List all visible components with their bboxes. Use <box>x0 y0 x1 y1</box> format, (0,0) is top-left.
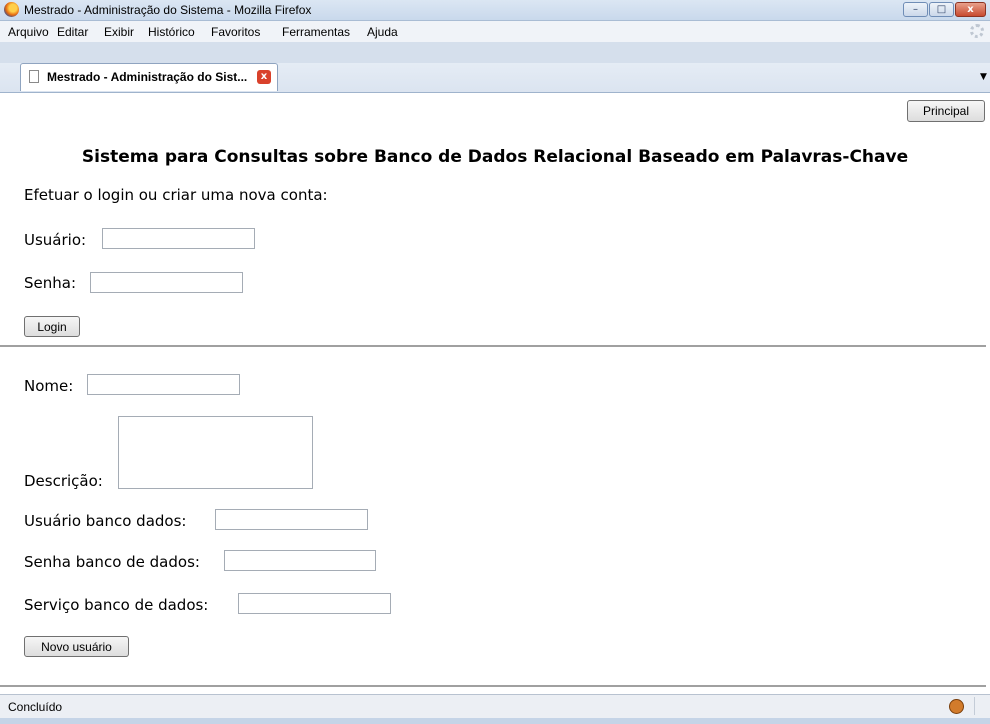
tab-list-arrow-icon[interactable]: ▼ <box>980 72 987 82</box>
senha-bd-input[interactable] <box>224 550 376 571</box>
usuario-input[interactable] <box>102 228 255 249</box>
nome-input[interactable] <box>87 374 240 395</box>
servico-bd-input[interactable] <box>238 593 391 614</box>
menu-bar: Arquivo Editar Exibir Histórico Favorito… <box>0 21 990 42</box>
document-icon <box>29 70 39 83</box>
senha-bd-label: Senha banco de dados: <box>24 553 200 571</box>
login-prompt: Efetuar o login ou criar uma nova conta: <box>24 186 328 204</box>
tab-label: Mestrado - Administração do Sist... <box>47 70 248 84</box>
descricao-textarea[interactable] <box>118 416 313 489</box>
close-tab-icon[interactable]: x <box>257 70 271 84</box>
servico-bd-label: Serviço banco de dados: <box>24 596 209 614</box>
senha-label: Senha: <box>24 274 77 292</box>
minimize-button[interactable]: – <box>903 2 928 17</box>
menu-editar[interactable]: Editar <box>57 25 88 39</box>
extension-icon[interactable] <box>949 699 964 714</box>
usuario-bd-input[interactable] <box>215 509 368 530</box>
minimize-icon: – <box>913 4 918 15</box>
usuario-bd-label: Usuário banco dados: <box>24 512 187 530</box>
status-bar: Concluído <box>0 694 990 719</box>
page-title: Sistema para Consultas sobre Banco de Da… <box>81 147 909 167</box>
close-window-button[interactable]: x <box>955 2 986 17</box>
novo-usuario-button[interactable]: Novo usuário <box>24 636 129 657</box>
tab-mestrado[interactable]: Mestrado - Administração do Sist... x <box>20 63 278 91</box>
status-text: Concluído <box>8 700 63 714</box>
divider <box>0 345 986 347</box>
browser-window: Mestrado - Administração do Sistema - Mo… <box>0 0 990 724</box>
title-bar: Mestrado - Administração do Sistema - Mo… <box>0 0 990 21</box>
firefox-icon <box>4 2 19 17</box>
resize-grip[interactable] <box>974 697 987 715</box>
login-button[interactable]: Login <box>24 316 80 337</box>
window-bottom-border <box>0 718 990 724</box>
maximize-icon: □ <box>936 4 947 15</box>
menu-historico[interactable]: Histórico <box>148 25 195 39</box>
throbber-icon <box>970 24 984 38</box>
nome-label: Nome: <box>24 377 74 395</box>
menu-arquivo[interactable]: Arquivo <box>8 25 49 39</box>
close-icon: x <box>967 4 974 15</box>
menu-exibir[interactable]: Exibir <box>104 25 134 39</box>
descricao-label: Descrição: <box>24 472 103 490</box>
menu-ajuda[interactable]: Ajuda <box>367 25 398 39</box>
menu-ferramentas[interactable]: Ferramentas <box>282 25 350 39</box>
principal-button[interactable]: Principal <box>907 100 985 122</box>
menu-favoritos[interactable]: Favoritos <box>211 25 260 39</box>
usuario-label: Usuário: <box>24 231 87 249</box>
window-title: Mestrado - Administração do Sistema - Mo… <box>24 3 312 17</box>
maximize-button[interactable]: □ <box>929 2 954 17</box>
senha-input[interactable] <box>90 272 243 293</box>
divider-bottom <box>0 685 986 687</box>
